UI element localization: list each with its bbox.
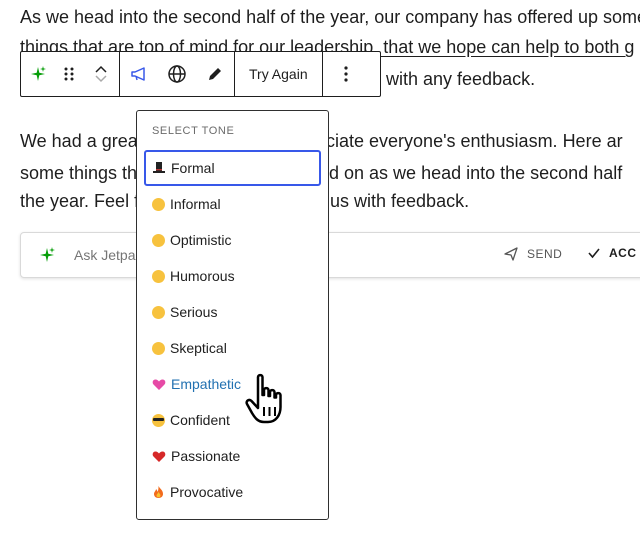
tone-label: Formal xyxy=(171,160,215,176)
checkmark-icon xyxy=(588,248,600,259)
megaphone-icon xyxy=(131,67,145,81)
pencil-icon xyxy=(209,68,221,80)
tone-option-serious[interactable]: Serious xyxy=(144,294,321,330)
edit-button[interactable] xyxy=(196,52,234,96)
sunglasses-face-icon xyxy=(152,413,165,427)
top-hat-icon xyxy=(153,162,165,173)
tone-label: Passionate xyxy=(171,448,241,464)
tone-option-informal[interactable]: Informal xyxy=(144,186,321,222)
tone-button[interactable] xyxy=(120,52,158,96)
translate-button[interactable] xyxy=(158,52,196,96)
chevron-down-icon[interactable] xyxy=(94,74,108,84)
globe-icon xyxy=(168,65,186,83)
heart-icon xyxy=(152,379,166,390)
toolbar-group-options xyxy=(323,52,369,96)
sparkle-icon xyxy=(31,66,46,81)
paragraph-1-line-3: s with any feedback. xyxy=(372,69,536,89)
menu-header: SELECT TONE xyxy=(152,125,235,137)
toolbar-group-tools xyxy=(120,52,235,96)
tone-label: Empathetic xyxy=(171,376,242,392)
paragraph-1-line-1: As we head into the second half of the y… xyxy=(20,7,640,27)
tone-label: Skeptical xyxy=(170,340,227,356)
paragraph-2-line-3-left: the year. Feel f xyxy=(20,191,140,211)
tone-label: Serious xyxy=(170,304,218,320)
send-button[interactable]: SEND xyxy=(503,246,562,262)
raised-eyebrow-face-icon xyxy=(152,341,165,355)
tone-label: Humorous xyxy=(170,268,235,284)
red-heart-icon xyxy=(152,451,166,462)
send-label: SEND xyxy=(527,247,563,261)
tone-label: Confident xyxy=(170,412,230,428)
more-options-button[interactable] xyxy=(323,52,369,96)
send-icon xyxy=(504,247,518,261)
toolbar-group-block xyxy=(21,52,120,96)
tone-label: Informal xyxy=(170,196,221,212)
paragraph-2-line-2-right: sed on as we head into the second half xyxy=(310,163,623,183)
neutral-face-icon xyxy=(152,305,165,319)
select-tone-menu: SELECT TONE Formal Informal Optimistic H… xyxy=(136,110,329,520)
tone-option-passionate[interactable]: Passionate xyxy=(144,438,321,474)
fire-icon xyxy=(154,486,163,498)
laughing-face-icon xyxy=(152,269,165,283)
ai-assistant-button[interactable] xyxy=(21,52,55,96)
accept-label: ACC xyxy=(609,246,637,260)
drag-handle[interactable] xyxy=(55,52,83,96)
ai-prompt-input[interactable]: Ask Jetpa xyxy=(74,247,135,263)
ai-prompt-bar: Ask Jetpa SEND ACC xyxy=(20,232,640,278)
hand-pointer-cursor-icon xyxy=(245,373,282,424)
chevron-up-icon[interactable] xyxy=(94,64,108,74)
toolbar-group-try-again: Try Again xyxy=(235,52,323,96)
paragraph-2-line-1-right: reciate everyone's enthusiasm. Here ar xyxy=(310,131,623,151)
paragraph-2-line-3-right: f us with feedback. xyxy=(320,191,470,211)
tone-option-formal[interactable]: Formal xyxy=(144,150,321,186)
paragraph-2: We had a great reciate everyone's enthus… xyxy=(20,124,640,220)
tone-option-optimistic[interactable]: Optimistic xyxy=(144,222,321,258)
drag-handle-icon xyxy=(64,67,74,81)
tone-option-humorous[interactable]: Humorous xyxy=(144,258,321,294)
tone-label: Provocative xyxy=(170,484,244,500)
paragraph-2-line-2-left: some things th xyxy=(20,163,138,183)
smiling-face-icon xyxy=(152,197,165,211)
try-again-button[interactable]: Try Again xyxy=(235,66,322,82)
tone-option-skeptical[interactable]: Skeptical xyxy=(144,330,321,366)
tone-label: Optimistic xyxy=(170,232,232,248)
tone-option-confident[interactable]: Confident xyxy=(144,402,321,438)
sparkle-icon xyxy=(40,247,55,262)
vertical-ellipsis-icon xyxy=(344,66,348,82)
tone-option-empathetic[interactable]: Empathetic xyxy=(144,366,321,402)
tone-option-provocative[interactable]: Provocative xyxy=(144,474,321,510)
grinning-face-icon xyxy=(152,233,165,247)
accept-button[interactable]: ACC xyxy=(587,246,637,260)
block-toolbar: Try Again xyxy=(20,51,381,97)
paragraph-2-line-1-left: We had a great xyxy=(20,131,143,151)
move-block-buttons[interactable] xyxy=(83,52,119,96)
